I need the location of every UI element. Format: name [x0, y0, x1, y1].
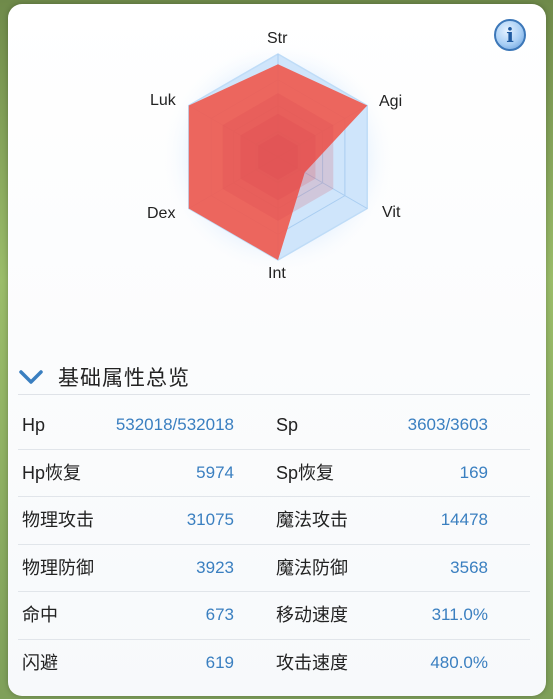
stats-row: Hp 532018/532018 Sp 3603/3603 [18, 402, 530, 450]
axis-label-str: Str [267, 30, 288, 47]
stats-row: 物理攻击 31075 魔法攻击 14478 [18, 497, 530, 545]
stat-value: 14478 [440, 510, 488, 529]
stats-row: Hp恢复 5974 Sp恢复 169 [18, 450, 530, 497]
stats-row: 命中 673 移动速度 311.0% [18, 592, 530, 640]
stat-label: 物理防御 [22, 557, 94, 578]
axis-label-int: Int [268, 265, 286, 282]
stat-value: 3568 [450, 557, 488, 577]
stat-value: 31075 [186, 510, 234, 529]
stat-label: 物理攻击 [22, 510, 94, 530]
stat-value: 673 [205, 605, 234, 624]
stat-label: 命中 [22, 605, 58, 625]
stat-label: Hp [22, 415, 46, 435]
axis-label-vit: Vit [382, 204, 401, 221]
stat-label: Sp恢复 [276, 462, 335, 483]
stat-value: 480.0% [430, 652, 488, 672]
axis-label-luk: Luk [150, 92, 176, 109]
info-icon: i [506, 23, 514, 47]
axis-label-agi: Agi [379, 93, 403, 110]
stat-label: 魔法攻击 [276, 510, 348, 530]
stat-label: 闪避 [22, 652, 58, 673]
stat-label: 魔法防御 [276, 557, 348, 578]
attribute-panel: Str Agi Vit Int Dex Luk i 基础属性总览 Hp 5320… [8, 4, 546, 696]
section-divider [18, 394, 530, 395]
section-title: 基础属性总览 [58, 367, 190, 390]
chevron-down-icon [19, 370, 43, 384]
stat-value: 169 [459, 462, 488, 482]
stat-value: 619 [205, 652, 234, 672]
stat-value: 532018/532018 [115, 415, 234, 434]
section-header[interactable]: 基础属性总览 [18, 360, 190, 394]
stat-value: 3603/3603 [407, 415, 488, 434]
stat-label: 移动速度 [276, 605, 348, 625]
stats-table: Hp 532018/532018 Sp 3603/3603 Hp恢复 5974 … [18, 402, 530, 686]
stat-value: 5974 [196, 462, 234, 482]
stat-label: 攻击速度 [276, 652, 348, 673]
info-button[interactable]: i [494, 19, 526, 51]
axis-label-dex: Dex [147, 205, 176, 222]
stats-row: 闪避 619 攻击速度 480.0% [18, 640, 530, 687]
radar-chart [160, 39, 396, 275]
stat-label: Hp恢复 [22, 462, 82, 483]
stat-value: 3923 [196, 557, 234, 577]
stat-value: 311.0% [431, 605, 488, 624]
stats-row: 物理防御 3923 魔法防御 3568 [18, 545, 530, 592]
stat-label: Sp [276, 415, 299, 435]
